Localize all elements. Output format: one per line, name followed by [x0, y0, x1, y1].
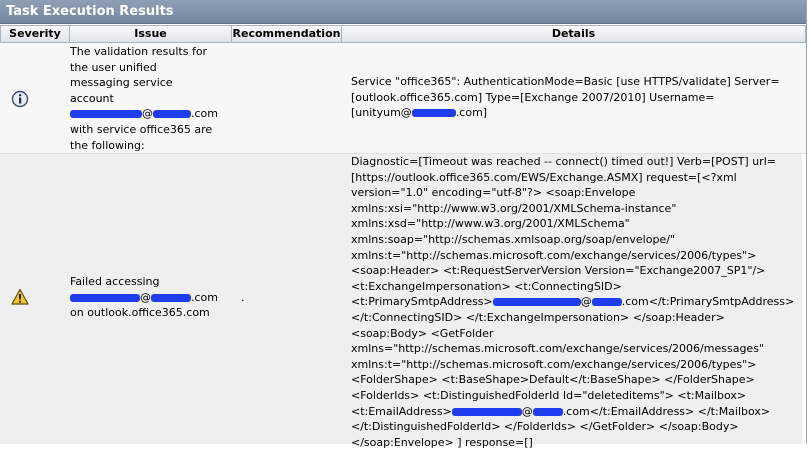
- redaction-mark: [591, 298, 622, 307]
- details-line: <FolderShape> <t:BaseShape>Default</t:Ba…: [351, 373, 755, 387]
- at-sign: @: [521, 404, 533, 418]
- issue-line: The validation results for: [70, 45, 208, 58]
- redaction-mark: [532, 407, 563, 416]
- redaction-mark: [70, 293, 140, 302]
- details-line: <soap:Header> <t:RequestServerVersion Ve…: [351, 264, 766, 278]
- column-header-severity[interactable]: Severity: [0, 25, 70, 43]
- details-line: [unityum@ .com]: [351, 105, 806, 121]
- column-header-details[interactable]: Details: [342, 25, 806, 43]
- issue-line: with service office365 are: [70, 123, 213, 136]
- panel-title: Task Execution Results: [0, 0, 806, 24]
- xml-suffix: .com</t:PrimarySmtpAddress>: [621, 295, 795, 309]
- details-line: <FolderIds> <t:DistinguishedFolderId Id=…: [351, 389, 747, 402]
- details-line: xmlns:t="http://schemas.microsoft.com/ex…: [351, 248, 757, 262]
- details-line: <t:EmailAddress> @ .com</t:EmailAddress> <…: [351, 404, 806, 420]
- recommendation-cell: [232, 43, 342, 153]
- details-line: <t:ExchangeImpersonation> <t:ConnectingS…: [351, 279, 622, 293]
- column-header-issue[interactable]: Issue: [70, 25, 232, 43]
- severity-cell: [0, 154, 70, 444]
- redaction-mark: [151, 293, 191, 302]
- details-line: xmlns:t="http://schemas.microsoft.com/ex…: [351, 357, 757, 371]
- details-line: xmlns:xsd="http://www.w3.org/2001/XMLSch…: [351, 217, 630, 231]
- details-cell: Service "office365": AuthenticationMode=…: [342, 43, 806, 153]
- details-line: xmlns:soap="http://schemas.xmlsoap.org/s…: [351, 233, 675, 246]
- details-line: [outlook.office365.com] Type=[Exchange 2…: [351, 90, 715, 104]
- issue-line: the following:: [70, 138, 145, 152]
- issue-email-line: @ .com: [70, 106, 232, 122]
- xml-suffix: .com</t:EmailAddress> </t:Mailbox>: [562, 404, 771, 418]
- task-execution-results-panel: Task Execution Results Severity Issue Re…: [0, 0, 807, 449]
- details-line: </t:ConnectingSID> </t:ExchangeImpersona…: [351, 311, 725, 324]
- redaction-mark: [153, 110, 191, 119]
- at-sign: @: [140, 290, 151, 304]
- recommendation-text: .: [241, 290, 245, 304]
- table-header: Severity Issue Recommendation Details: [0, 25, 806, 43]
- table-row[interactable]: The validation results for the user unif…: [0, 43, 806, 154]
- issue-line: the user unified: [70, 60, 157, 74]
- issue-cell: The validation results for the user unif…: [70, 43, 232, 153]
- warning-icon: [11, 288, 29, 306]
- details-line: </t:DistinguishedFolderId> </FolderIds> …: [351, 420, 739, 434]
- issue-line: messaging service: [70, 76, 173, 90]
- email-domain-suffix: .com: [191, 290, 218, 304]
- details-cell: Diagnostic=[Timeout was reached -- conne…: [342, 154, 806, 449]
- details-line: version="1.0" encoding="utf-8"?> <soap:E…: [351, 186, 636, 200]
- issue-cell: Failed accessing @ .com on outlook.office…: [70, 154, 232, 444]
- username-suffix: .com]: [455, 106, 488, 120]
- details-line: xmlns="http://schemas.microsoft.com/exch…: [351, 342, 764, 356]
- details-line: <soap:Body> <GetFolder: [351, 326, 494, 340]
- redaction-mark: [411, 109, 456, 118]
- xml-prefix: <t:EmailAddress>: [351, 404, 452, 418]
- details-line: Diagnostic=[Timeout was reached -- conne…: [351, 155, 776, 168]
- at-sign: @: [580, 295, 592, 309]
- redaction-mark: [70, 110, 142, 119]
- email-domain-suffix: .com: [191, 107, 218, 121]
- issue-line: on outlook.office365.com: [70, 306, 210, 320]
- recommendation-cell: .: [232, 154, 342, 444]
- table-row[interactable]: Failed accessing @ .com on outlook.office…: [0, 154, 806, 449]
- details-line: </soap:Envelope> ] response=[]: [351, 435, 533, 449]
- details-line: Service "office365": AuthenticationMode=…: [351, 75, 780, 88]
- info-icon: [11, 90, 29, 108]
- scroll-edge: [802, 154, 806, 444]
- xml-prefix: <t:PrimarySmtpAddress>: [351, 295, 493, 309]
- at-sign: @: [142, 107, 153, 121]
- column-header-recommendation[interactable]: Recommendation: [232, 25, 342, 43]
- username-prefix: [unityum@: [351, 106, 412, 120]
- details-line: <t:PrimarySmtpAddress> @ .com</t:PrimarySm…: [351, 294, 806, 310]
- redaction-mark: [451, 407, 522, 416]
- issue-line: account: [70, 91, 114, 105]
- redaction-mark: [492, 298, 581, 307]
- issue-email-line: @ .com: [70, 290, 232, 306]
- details-line: [https://outlook.office365.com/EWS/Excha…: [351, 170, 737, 184]
- severity-cell: [0, 43, 70, 153]
- details-line: xmlns:xsi="http://www.w3.org/2001/XMLSch…: [351, 201, 677, 215]
- issue-line: Failed accessing: [70, 275, 160, 288]
